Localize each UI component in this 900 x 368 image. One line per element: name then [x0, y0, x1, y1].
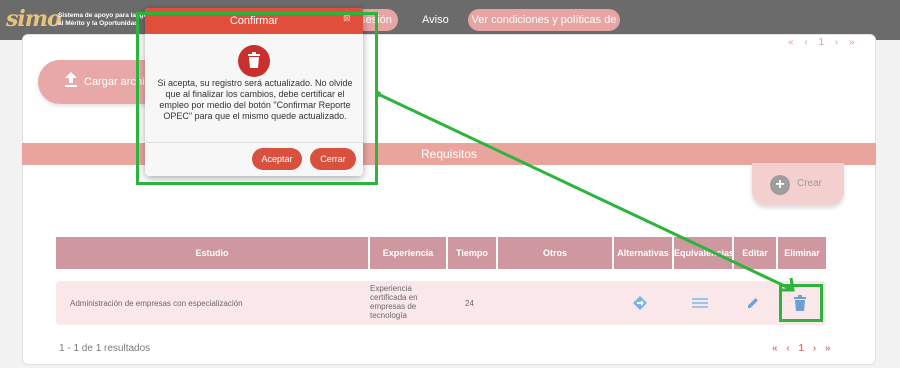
annotation-line-start: [375, 91, 381, 97]
annotation-connector-line: [375, 91, 795, 292]
